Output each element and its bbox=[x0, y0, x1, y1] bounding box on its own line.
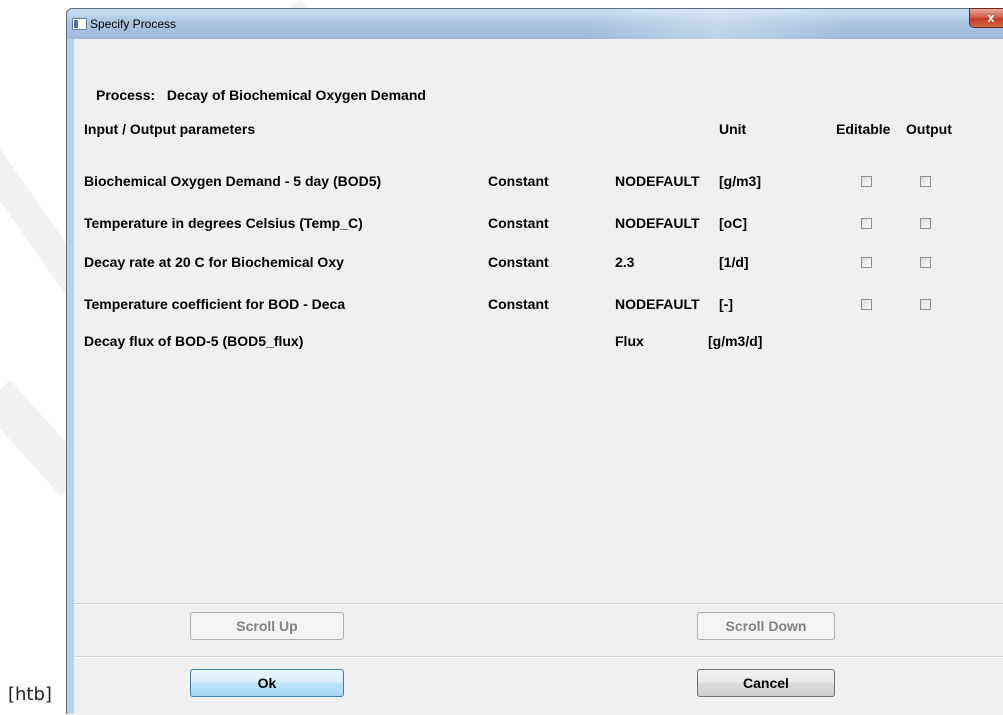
scroll-up-button[interactable]: Scroll Up bbox=[190, 612, 344, 640]
process-name: Decay of Biochemical Oxygen Demand bbox=[166, 87, 426, 103]
app-window-icon bbox=[72, 18, 87, 30]
editable-checkbox[interactable] bbox=[861, 218, 872, 229]
header-unit: Unit bbox=[719, 121, 747, 137]
param-unit: [g/m3/d] bbox=[708, 333, 763, 349]
title-bar-sheen bbox=[587, 9, 847, 39]
param-unit: [g/m3] bbox=[719, 173, 761, 189]
param-value: NODEFAULT bbox=[615, 215, 700, 231]
specify-process-window: Specify Process x Process: Decay of Bioc… bbox=[66, 8, 1003, 715]
separator-bottom bbox=[74, 656, 1003, 658]
param-type: Constant bbox=[488, 173, 549, 189]
param-unit: [1/d] bbox=[719, 254, 749, 270]
title-bar[interactable]: Specify Process x bbox=[67, 8, 1003, 39]
param-value: NODEFAULT bbox=[615, 173, 700, 189]
editable-checkbox[interactable] bbox=[861, 176, 872, 187]
param-name: Temperature coefficient for BOD - Deca bbox=[84, 296, 346, 312]
editable-checkbox[interactable] bbox=[861, 257, 872, 268]
output-checkbox[interactable] bbox=[920, 218, 931, 229]
scroll-down-button[interactable]: Scroll Down bbox=[697, 612, 835, 640]
param-value: NODEFAULT bbox=[615, 296, 700, 312]
param-unit: [-] bbox=[719, 296, 733, 312]
param-value: Flux bbox=[615, 333, 644, 349]
param-type: Constant bbox=[488, 254, 549, 270]
process-label: Process: bbox=[96, 87, 156, 103]
ok-button[interactable]: Ok bbox=[190, 669, 344, 697]
param-name: Decay rate at 20 C for Biochemical Oxy bbox=[84, 254, 344, 270]
dialog-client-area: Process: Decay of Biochemical Oxygen Dem… bbox=[74, 39, 1003, 715]
figure-placement-caption: [htb] bbox=[8, 684, 52, 705]
close-button[interactable]: x bbox=[969, 8, 1003, 28]
separator-top bbox=[74, 603, 1003, 605]
param-name: Biochemical Oxygen Demand - 5 day (BOD5) bbox=[84, 173, 382, 189]
param-type: Constant bbox=[488, 215, 549, 231]
param-type: Constant bbox=[488, 296, 549, 312]
param-name: Decay flux of BOD-5 (BOD5_flux) bbox=[84, 333, 304, 349]
header-editable: Editable bbox=[836, 121, 891, 137]
header-parameters: Input / Output parameters bbox=[84, 121, 256, 137]
param-name: Temperature in degrees Celsius (Temp_C) bbox=[84, 215, 363, 231]
output-checkbox[interactable] bbox=[920, 299, 931, 310]
param-value: 2.3 bbox=[615, 254, 635, 270]
output-checkbox[interactable] bbox=[920, 176, 931, 187]
cancel-button[interactable]: Cancel bbox=[697, 669, 835, 697]
process-heading: Process: Decay of Biochemical Oxygen Dem… bbox=[96, 87, 426, 103]
param-unit: [oC] bbox=[719, 215, 747, 231]
editable-checkbox[interactable] bbox=[861, 299, 872, 310]
window-title: Specify Process bbox=[90, 17, 177, 31]
output-checkbox[interactable] bbox=[920, 257, 931, 268]
header-output: Output bbox=[906, 121, 952, 137]
